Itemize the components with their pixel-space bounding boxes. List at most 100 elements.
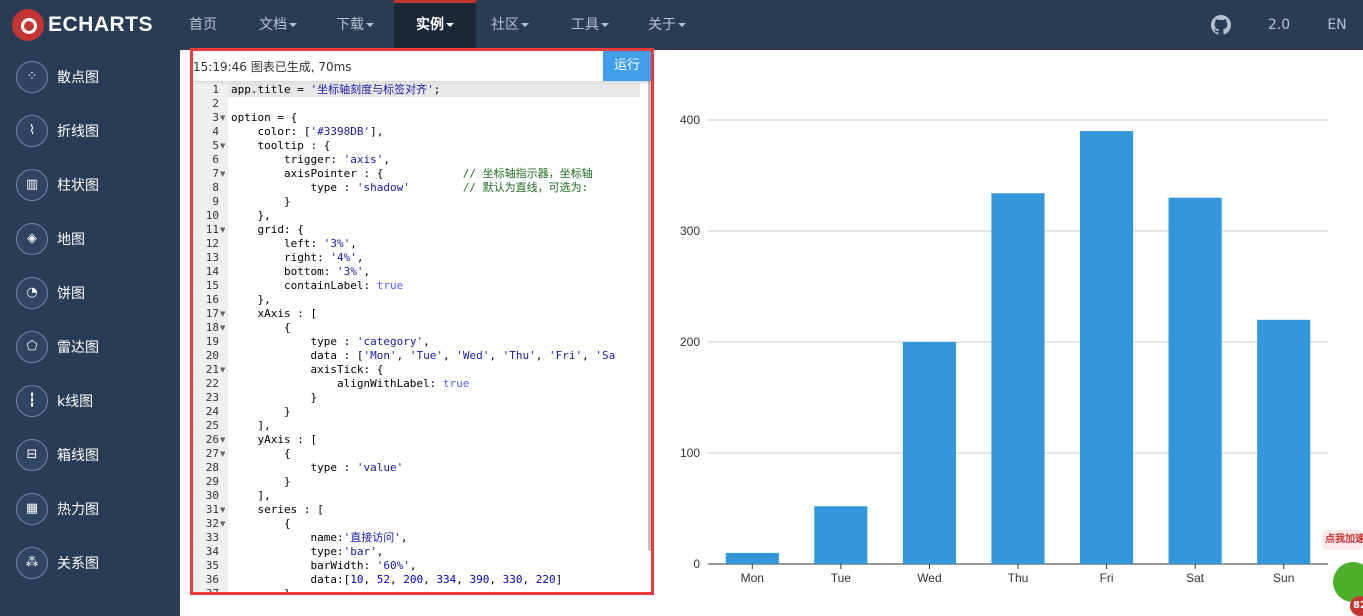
pie-chart-icon: ◔ xyxy=(16,277,48,309)
code-line: left: '3%', xyxy=(231,237,357,250)
code-area[interactable]: 1 2 3 ▼ 4 5 ▼ 6 7 ▼ 8 9 10 11 ▼ 12 13 14 15 16 17 ▼ 18 ▼ 19 20 21 ▼… xyxy=(193,83,651,595)
nav-item-label: 社区 xyxy=(491,17,519,33)
nav-item-3[interactable]: 实例 xyxy=(394,0,476,50)
line-number: 28 xyxy=(205,461,219,474)
top-navbar: ECHARTS 首页 文档 下载 实例 社区 工具 关于 2.0 EN xyxy=(0,0,1363,50)
code-line: axisPointer : { // 坐标轴指示器，坐标轴 xyxy=(231,167,593,180)
candlestick-icon: ┇ xyxy=(16,385,48,417)
nav-item-label: 首页 xyxy=(189,17,217,33)
sidebar-item-9[interactable]: ⁂ 关系图 xyxy=(0,536,180,590)
code-line: series : [ xyxy=(231,503,324,516)
sidebar-item-label: k线图 xyxy=(57,394,94,410)
code-line: } xyxy=(231,587,291,595)
nav-item-6[interactable]: 关于 xyxy=(636,0,698,50)
graph-icon: ⁂ xyxy=(16,547,48,579)
speed-badge: 82 xyxy=(1350,596,1363,616)
sidebar-item-label: 柱状图 xyxy=(57,178,99,194)
sidebar-item-5[interactable]: ⬠ 雷达图 xyxy=(0,320,180,374)
fold-toggle-icon[interactable]: ▼ xyxy=(220,223,225,237)
y-tick-label: 100 xyxy=(680,446,700,460)
scatter-icon: ⁘ xyxy=(16,61,48,93)
fold-toggle-icon[interactable]: ▼ xyxy=(220,517,225,531)
line-number: 9 xyxy=(212,195,219,208)
line-number: 33 xyxy=(205,531,219,544)
line-number: 37 xyxy=(205,587,219,595)
nav-item-2[interactable]: 下载 xyxy=(324,0,386,50)
sidebar-item-2[interactable]: ▥ 柱状图 xyxy=(0,158,180,212)
github-icon[interactable] xyxy=(1208,0,1234,50)
line-number: 13 xyxy=(205,251,219,264)
nav-item-label: 工具 xyxy=(571,17,599,33)
line-number: 16 xyxy=(205,293,219,306)
fold-toggle-icon[interactable]: ▼ xyxy=(220,307,225,321)
fold-toggle-icon[interactable]: ▼ xyxy=(220,363,225,377)
bar xyxy=(991,193,1045,564)
line-number: 6 xyxy=(212,153,219,166)
code-line: grid: { xyxy=(231,223,304,236)
language-switch[interactable]: EN xyxy=(1322,0,1352,50)
chevron-down-icon xyxy=(521,23,529,27)
line-number: 34 xyxy=(205,545,219,558)
logo-text: ECHARTS xyxy=(48,13,154,36)
bar-chart-icon: ▥ xyxy=(16,169,48,201)
sidebar-item-8[interactable]: ▦ 热力图 xyxy=(0,482,180,536)
line-chart-icon: ⌇ xyxy=(16,115,48,147)
line-number: 36 xyxy=(205,573,219,586)
sidebar-item-label: 散点图 xyxy=(57,70,99,86)
fold-toggle-icon[interactable]: ▼ xyxy=(220,111,225,125)
line-number: 25 xyxy=(205,419,219,432)
nav-item-4[interactable]: 社区 xyxy=(480,0,540,50)
code-line: right: '4%', xyxy=(231,251,364,264)
line-number: 32 xyxy=(205,517,219,530)
code-line: app.title = '坐标轴刻度与标签对齐'; xyxy=(231,83,441,96)
line-number: 12 xyxy=(205,237,219,250)
fold-toggle-icon[interactable]: ▼ xyxy=(220,321,225,335)
x-tick-label: Tue xyxy=(831,571,852,585)
bar xyxy=(1080,131,1134,564)
bar xyxy=(725,552,779,564)
code-line: bottom: '3%', xyxy=(231,265,371,278)
nav-item-0[interactable]: 首页 xyxy=(172,0,234,50)
nav-item-label: 文档 xyxy=(259,17,287,33)
map-icon: ◈ xyxy=(16,223,48,255)
sidebar-item-1[interactable]: ⌇ 折线图 xyxy=(0,104,180,158)
y-tick-label: 400 xyxy=(680,113,700,127)
version-link[interactable]: 2.0 xyxy=(1262,0,1296,50)
code-line: xAxis : [ xyxy=(231,307,318,320)
line-number: 2 xyxy=(212,97,219,110)
line-number: 1 xyxy=(212,83,219,96)
fold-toggle-icon[interactable]: ▼ xyxy=(220,447,225,461)
fold-toggle-icon[interactable]: ▼ xyxy=(220,167,225,181)
sidebar-item-label: 雷达图 xyxy=(57,340,99,356)
code-line: } xyxy=(231,195,291,208)
fold-toggle-icon[interactable]: ▼ xyxy=(220,433,225,447)
line-number: 3 xyxy=(212,111,219,124)
run-button[interactable]: 运行 xyxy=(603,51,651,81)
code-line: ], xyxy=(231,489,271,502)
sidebar-item-7[interactable]: ⊟ 箱线图 xyxy=(0,428,180,482)
code-line: { xyxy=(231,517,291,530)
sidebar-item-6[interactable]: ┇ k线图 xyxy=(0,374,180,428)
line-number: 31 xyxy=(205,503,219,516)
accelerate-bubble[interactable]: 点我加速 xyxy=(1322,530,1363,550)
nav-item-5[interactable]: 工具 xyxy=(558,0,622,50)
sidebar-item-3[interactable]: ◈ 地图 xyxy=(0,212,180,266)
heatmap-icon: ▦ xyxy=(16,493,48,525)
x-tick-label: Sat xyxy=(1186,571,1205,585)
line-number: 5 xyxy=(212,139,219,152)
vertical-scrollbar[interactable] xyxy=(648,81,651,551)
chevron-down-icon xyxy=(366,23,374,27)
code-line: } xyxy=(231,405,291,418)
code-line: } xyxy=(231,475,291,488)
fold-toggle-icon[interactable]: ▼ xyxy=(220,139,225,153)
fold-toggle-icon[interactable]: ▼ xyxy=(220,503,225,517)
code-line: data:[10, 52, 200, 334, 390, 330, 220] xyxy=(231,573,563,586)
x-tick-label: Thu xyxy=(1008,571,1029,585)
sidebar-item-4[interactable]: ◔ 饼图 xyxy=(0,266,180,320)
sidebar-item-0[interactable]: ⁘ 散点图 xyxy=(0,50,180,104)
nav-item-1[interactable]: 文档 xyxy=(246,0,310,50)
code-line: barWidth: '60%', xyxy=(231,559,417,572)
line-number: 27 xyxy=(205,447,219,460)
code-line: } xyxy=(231,391,318,404)
echarts-logo[interactable]: ECHARTS xyxy=(12,9,153,41)
